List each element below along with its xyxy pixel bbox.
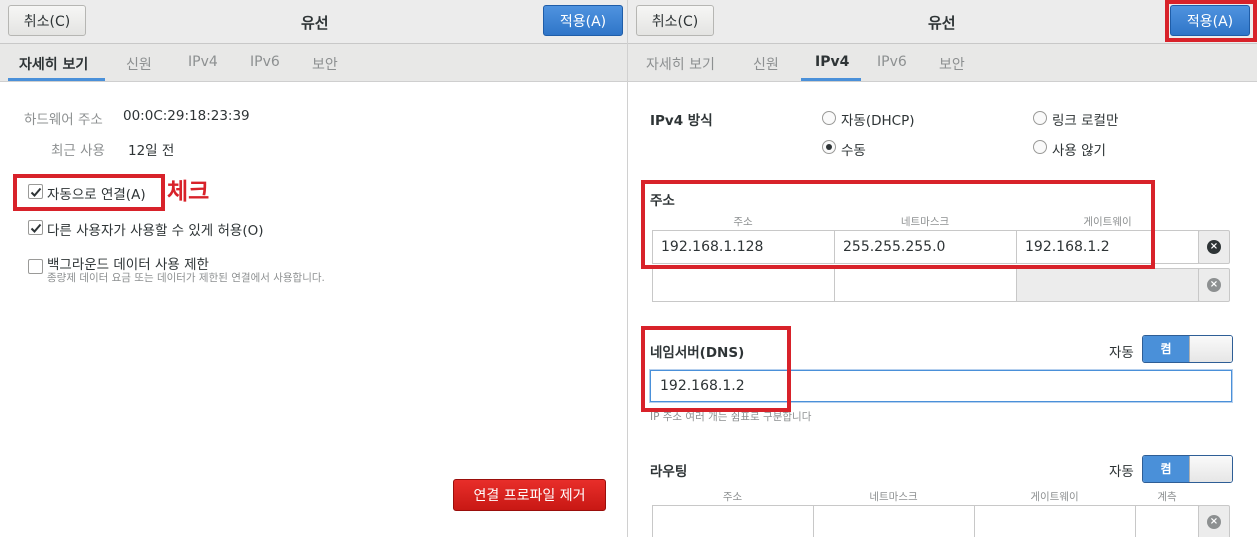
close-icon: × [1207,278,1221,292]
cancel-button[interactable]: 취소(C) [8,5,86,36]
ipv4-settings-pane: 취소(C) 유선 적용(A) 자세히 보기 신원 IPv4 IPv6 보안 IP… [628,0,1257,537]
route-address-column-header: 주소 [722,491,743,503]
close-icon: × [1207,515,1221,529]
routes-auto-switch[interactable]: 켬 [1142,455,1233,483]
allow-other-users-label[interactable]: 다른 사용자가 사용할 수 있게 허용(O) [47,219,264,239]
method-link-local-label[interactable]: 링크 로컬만 [1052,109,1118,129]
ipv4-method-label: IPv4 방식 [650,113,713,129]
restrict-background-checkbox[interactable] [28,259,43,274]
last-used-label: 최근 사용 [51,143,105,159]
tab-ipv6[interactable]: IPv6 [250,54,280,70]
restrict-background-description: 종량제 데이터 요금 또는 데이터가 제한된 연결에서 사용합니다. [47,272,325,284]
gateway-column-header: 게이트웨이 [1083,216,1132,228]
gateway-input[interactable]: 192.168.1.2 [1016,230,1199,264]
active-tab-indicator [801,78,861,81]
header-bar: 취소(C) 유선 적용(A) [628,0,1257,44]
close-icon: × [1207,240,1221,254]
dns-auto-switch[interactable]: 켬 [1142,335,1233,363]
new-netmask-input[interactable] [834,268,1017,302]
hardware-address-value: 00:0C:29:18:23:39 [123,108,250,124]
tab-security[interactable]: 보안 [312,54,338,74]
routes-section-title: 라우팅 [650,464,688,480]
route-netmask-input[interactable] [813,505,975,537]
tab-identity[interactable]: 신원 [753,54,779,74]
method-auto-radio[interactable] [822,111,836,125]
remove-empty-row-button[interactable]: × [1198,268,1230,302]
route-netmask-column-header: 네트마스크 [869,491,918,503]
route-gateway-input[interactable] [974,505,1136,537]
routes-auto-label: 자동 [1109,464,1134,480]
route-gateway-column-header: 게이트웨이 [1030,491,1079,503]
method-auto-label[interactable]: 자동(DHCP) [841,109,915,129]
tab-ipv4[interactable]: IPv4 [188,54,218,70]
route-metric-input[interactable] [1135,505,1199,537]
tab-identity[interactable]: 신원 [126,54,152,74]
tab-ipv6[interactable]: IPv6 [877,54,907,70]
dns-auto-label: 자동 [1109,345,1134,361]
auto-connect-label[interactable]: 자동으로 연결(A) [47,183,146,203]
method-manual-label[interactable]: 수동 [841,139,866,159]
connection-details-pane: 취소(C) 유선 적용(A) 자세히 보기 신원 IPv4 IPv6 보안 하드… [0,0,628,537]
auto-connect-checkbox[interactable] [28,184,43,199]
method-disable-label[interactable]: 사용 않기 [1052,139,1106,159]
new-address-input[interactable] [652,268,835,302]
apply-button[interactable]: 적용(A) [543,5,623,36]
address-column-header: 주소 [733,216,753,228]
cancel-button[interactable]: 취소(C) [636,5,714,36]
checkmark-icon [30,223,42,233]
method-manual-radio[interactable] [822,140,836,154]
address-input[interactable]: 192.168.1.128 [652,230,835,264]
hardware-address-label: 하드웨어 주소 [24,112,103,128]
tab-details[interactable]: 자세히 보기 [646,54,715,74]
allow-other-users-checkbox[interactable] [28,220,43,235]
dns-servers-input[interactable]: 192.168.1.2 [650,370,1232,402]
tab-details[interactable]: 자세히 보기 [19,54,88,74]
method-disable-radio[interactable] [1033,140,1047,154]
route-metric-column-header: 계측 [1157,491,1177,503]
dns-hint-text: IP 주소 여러 개는 쉼표로 구분합니다 [650,411,812,423]
checkmark-icon [30,187,42,197]
last-used-value: 12일 전 [128,143,175,159]
window-title: 유선 [301,14,329,32]
tab-ipv4[interactable]: IPv4 [815,54,849,70]
netmask-column-header: 네트마스크 [900,216,950,228]
active-tab-indicator [8,78,105,81]
tab-bar: 자세히 보기 신원 IPv4 IPv6 보안 [0,44,627,82]
remove-address-row-button[interactable]: × [1198,230,1230,264]
route-address-input[interactable] [652,505,814,537]
tab-bar: 자세히 보기 신원 IPv4 IPv6 보안 [628,44,1257,82]
method-link-local-radio[interactable] [1033,111,1047,125]
tab-security[interactable]: 보안 [939,54,965,74]
netmask-input[interactable]: 255.255.255.0 [834,230,1017,264]
remove-connection-profile-button[interactable]: 연결 프로파일 제거 [453,479,606,511]
header-bar: 취소(C) 유선 적용(A) [0,0,627,44]
remove-route-row-button[interactable]: × [1198,505,1230,537]
new-gateway-input [1016,268,1199,302]
dns-section-title: 네임서버(DNS) [650,345,745,361]
window-title: 유선 [928,14,956,32]
annotation-check-text: 체크 [167,179,210,205]
address-section-title: 주소 [650,193,675,209]
apply-button[interactable]: 적용(A) [1170,5,1250,36]
